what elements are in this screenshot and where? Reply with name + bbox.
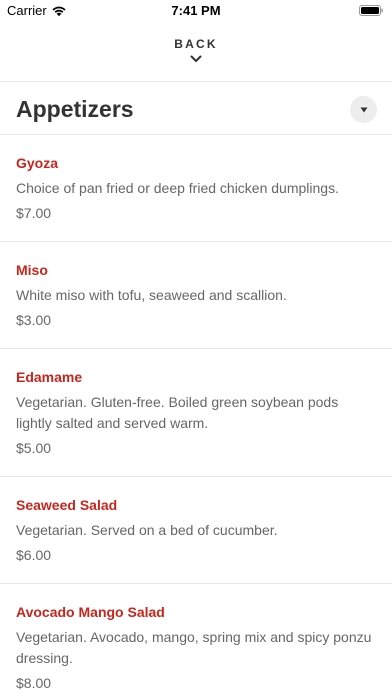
menu-item-avocado-mango-salad[interactable]: Avocado Mango Salad Vegetarian. Avocado,… [0,584,392,696]
menu-list: Gyoza Choice of pan fried or deep fried … [0,135,392,696]
section-header: Appetizers [0,82,392,135]
section-title: Appetizers [16,96,134,122]
back-button[interactable]: BACK [0,34,392,72]
menu-item-seaweed-salad[interactable]: Seaweed Salad Vegetarian. Served on a be… [0,477,392,584]
menu-item-edamame[interactable]: Edamame Vegetarian. Gluten-free. Boiled … [0,349,392,477]
chevron-down-icon [190,55,202,62]
item-price: $7.00 [16,205,52,221]
item-name: Gyoza [16,155,59,171]
item-description: Choice of pan fried or deep fried chicke… [16,180,339,196]
item-description: Vegetarian. Served on a bed of cucumber. [16,522,278,538]
battery-icon [359,5,383,16]
item-description: White miso with tofu, seaweed and scalli… [16,287,287,303]
item-name: Seaweed Salad [16,497,118,513]
item-price: $5.00 [16,440,52,456]
item-description: Vegetarian. Gluten-free. Boiled green so… [16,394,339,431]
menu-item-gyoza[interactable]: Gyoza Choice of pan fried or deep fried … [0,135,392,242]
back-label: BACK [174,37,218,51]
item-description: Vegetarian. Avocado, mango, spring mix a… [16,629,372,666]
item-name: Edamame [16,369,83,385]
status-time: 7:41 PM [171,3,221,18]
item-price: $6.00 [16,547,52,563]
status-bar: Carrier 7:41 PM [0,0,392,22]
section-toggle-button[interactable] [350,96,377,123]
menu-item-miso[interactable]: Miso White miso with tofu, seaweed and s… [0,242,392,349]
item-price: $8.00 [16,675,52,691]
item-name: Miso [16,262,48,278]
item-name: Avocado Mango Salad [16,604,165,620]
triangle-down-icon [360,107,367,112]
item-price: $3.00 [16,312,52,328]
